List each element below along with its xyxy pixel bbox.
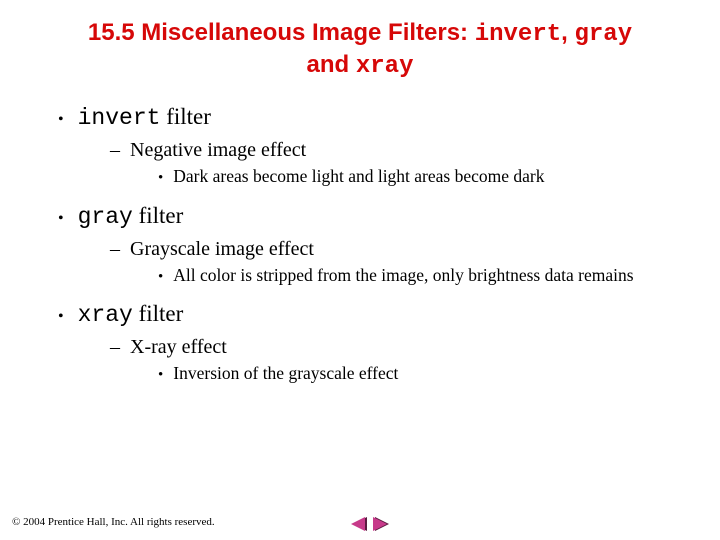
bullet-icon: • bbox=[58, 211, 64, 227]
item-rest: filter bbox=[160, 104, 210, 129]
list-item: • invert filter bbox=[58, 104, 690, 131]
nav-controls bbox=[350, 516, 390, 532]
list-item: • xray filter bbox=[58, 301, 690, 328]
list-detail: • Inversion of the grayscale effect bbox=[158, 363, 690, 386]
item-rest: filter bbox=[133, 203, 183, 228]
list-detail: • All color is stripped from the image, … bbox=[158, 265, 690, 288]
item-heading: xray filter bbox=[78, 301, 184, 328]
slide-body: 15.5 Miscellaneous Image Filters: invert… bbox=[0, 0, 720, 386]
item-code: invert bbox=[78, 105, 161, 131]
bullet-icon: • bbox=[158, 169, 163, 189]
title-code-gray: gray bbox=[574, 21, 632, 48]
prev-arrow-icon[interactable] bbox=[350, 516, 368, 532]
list-detail: • Dark areas become light and light area… bbox=[158, 166, 690, 189]
bullet-icon: • bbox=[158, 268, 163, 288]
title-prefix: 15.5 Miscellaneous Image Filters: bbox=[88, 19, 475, 46]
item-heading: invert filter bbox=[78, 104, 211, 131]
item-heading: gray filter bbox=[78, 203, 184, 230]
slide-title: 15.5 Miscellaneous Image Filters: invert… bbox=[70, 18, 650, 82]
subitem-text: X-ray effect bbox=[130, 336, 227, 359]
detail-text: Inversion of the grayscale effect bbox=[173, 363, 398, 385]
copyright-footer: © 2004 Prentice Hall, Inc. All rights re… bbox=[12, 516, 215, 528]
title-code-xray: xray bbox=[356, 53, 414, 80]
item-code: gray bbox=[78, 204, 133, 230]
subitem-text: Grayscale image effect bbox=[130, 238, 314, 261]
item-rest: filter bbox=[133, 301, 183, 326]
detail-text: Dark areas become light and light areas … bbox=[173, 166, 544, 188]
bullet-icon: • bbox=[58, 112, 64, 128]
dash-icon: – bbox=[110, 336, 120, 359]
title-code-invert: invert bbox=[475, 21, 561, 48]
title-sep1: , bbox=[561, 19, 574, 46]
list-subitem: – Negative image effect bbox=[110, 139, 690, 162]
title-mid: and bbox=[307, 51, 356, 78]
list-item: • gray filter bbox=[58, 203, 690, 230]
list-subitem: – Grayscale image effect bbox=[110, 238, 690, 261]
dash-icon: – bbox=[110, 238, 120, 261]
item-code: xray bbox=[78, 302, 133, 328]
subitem-text: Negative image effect bbox=[130, 139, 306, 162]
bullet-icon: • bbox=[158, 366, 163, 386]
list-subitem: – X-ray effect bbox=[110, 336, 690, 359]
detail-text: All color is stripped from the image, on… bbox=[173, 265, 633, 287]
dash-icon: – bbox=[110, 139, 120, 162]
next-arrow-icon[interactable] bbox=[372, 516, 390, 532]
bullet-icon: • bbox=[58, 309, 64, 325]
